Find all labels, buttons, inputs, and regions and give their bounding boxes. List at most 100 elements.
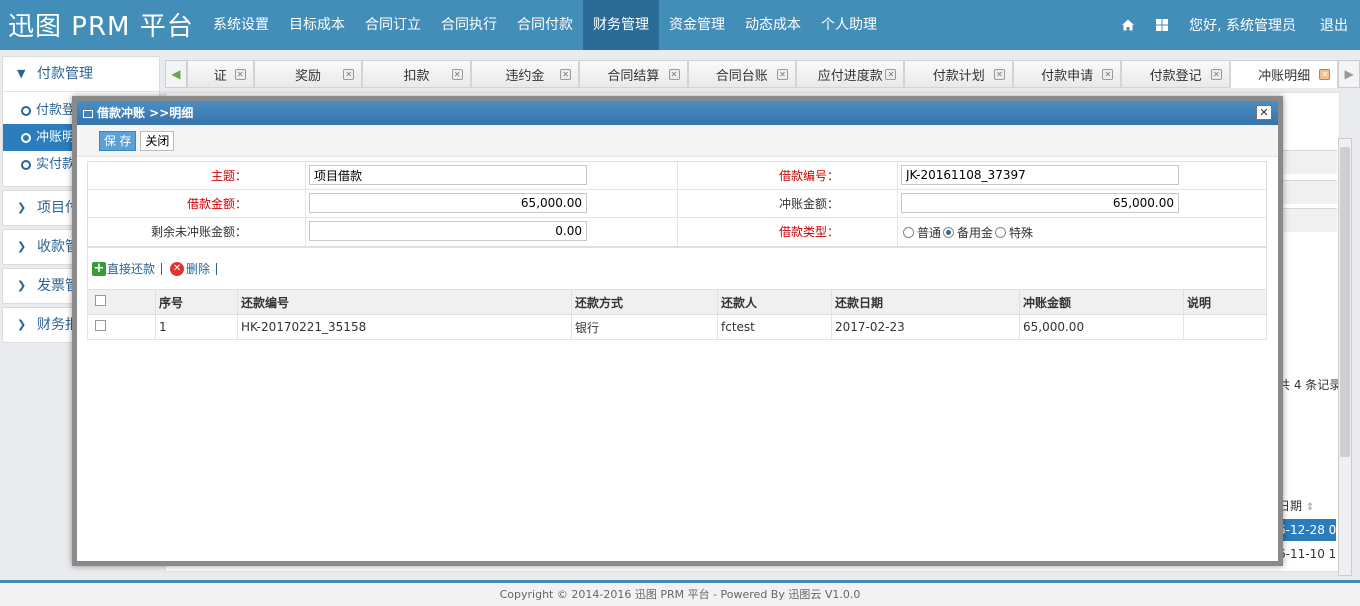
nav-item-finance[interactable]: 财务管理 — [583, 0, 659, 50]
delete-button[interactable]: ✕ 删除 — [170, 260, 210, 277]
date-column-header[interactable]: 日期 ⇕ — [1278, 497, 1314, 514]
remaining-label: 剩余未冲账金额： — [88, 218, 306, 246]
tab-label: 证 — [213, 68, 227, 84]
tab-item[interactable]: 合同结算 ✕ — [579, 60, 688, 88]
background-row — [1277, 180, 1337, 204]
close-icon[interactable]: ✕ — [1210, 69, 1222, 80]
offset-amount-input[interactable] — [901, 193, 1179, 213]
close-icon[interactable]: ✕ — [668, 69, 680, 80]
form-row: 主题： 借款编号： — [88, 162, 1266, 190]
save-button[interactable]: 保 存 — [99, 130, 137, 151]
tab-scroll-left-icon[interactable]: ◀ — [165, 60, 187, 88]
nav-item-target-cost[interactable]: 目标成本 — [279, 0, 355, 50]
vertical-scrollbar[interactable] — [1338, 138, 1352, 576]
nav-item-contract-exec[interactable]: 合同执行 — [431, 0, 507, 50]
loan-type-radio-special[interactable] — [995, 226, 1007, 238]
close-icon[interactable]: ✕ — [993, 69, 1005, 80]
tab-label: 扣款 — [403, 68, 430, 84]
tab-item[interactable]: 奖励 ✕ — [253, 60, 363, 88]
table-cell: 2017-02-23 — [831, 314, 1020, 340]
user-greeting[interactable]: 您好, 系统管理员 — [1189, 15, 1296, 35]
nav-item-system-settings[interactable]: 系统设置 — [203, 0, 279, 50]
background-date-cell[interactable]: 6-12-28 06 — [1278, 519, 1336, 541]
grid-actions: + 直接还款 ✕ 删除 — [87, 247, 1267, 289]
nav-item-funds[interactable]: 资金管理 — [659, 0, 735, 50]
close-icon[interactable]: ✕ — [1102, 69, 1114, 80]
tab-item[interactable]: 付款申请 ✕ — [1012, 60, 1122, 88]
nav-item-personal-assistant[interactable]: 个人助理 — [811, 0, 887, 50]
close-icon[interactable]: ✕ — [343, 69, 355, 80]
subject-input[interactable] — [309, 165, 587, 185]
tab-item[interactable]: 证 ✕ — [186, 60, 254, 88]
table-cell — [1183, 314, 1267, 340]
chevron-right-icon: ❯ — [17, 240, 27, 253]
dialog-title: 借款冲账 >>明细 — [97, 106, 194, 120]
tab-item[interactable]: 付款登记 ✕ — [1121, 60, 1230, 88]
dialog-toolbar: 保 存 关闭 — [77, 125, 1278, 157]
tab-strip: ◀ 证 ✕ 奖励 ✕ 扣款 ✕ 违约金 ✕ 合同结算 ✕ 合同台账 ✕ 应付进度款 ✕ 付款计… — [165, 60, 1360, 88]
tab-item[interactable]: 付款计划 ✕ — [904, 60, 1013, 88]
table-row[interactable]: 1 HK-20170221_35158 银行 fctest 2017-02-23… — [87, 314, 1267, 340]
loan-no-label: 借款编号： — [678, 162, 898, 189]
radio-label: 普通 — [917, 225, 942, 240]
close-icon[interactable]: ✕ — [451, 69, 463, 80]
close-icon[interactable]: ✕ — [1319, 69, 1331, 80]
loan-type-radio-reserve[interactable] — [943, 226, 955, 238]
loan-type-radio-group: 普通 备用金 特殊 — [901, 221, 1266, 243]
circle-icon — [21, 132, 31, 143]
row-select-cell — [87, 314, 156, 340]
tab-item[interactable]: 应付进度款 ✕ — [796, 60, 905, 88]
close-icon[interactable]: ✕ — [885, 69, 897, 80]
scrollbar-thumb[interactable] — [1340, 147, 1350, 457]
tab-item[interactable]: 违约金 ✕ — [470, 60, 580, 88]
direct-repay-button[interactable]: + 直接还款 — [92, 260, 155, 277]
row-checkbox[interactable] — [95, 320, 106, 331]
grid-icon[interactable] — [1155, 18, 1169, 32]
loan-type-radio-normal[interactable] — [903, 226, 914, 238]
brand-logo[interactable]: 迅图 PRM 平台 — [8, 6, 194, 43]
loan-no-input[interactable] — [901, 165, 1179, 185]
loan-amount-label: 借款金额： — [88, 190, 306, 217]
tab-item[interactable]: 合同台账 ✕ — [687, 60, 797, 88]
tab-label: 付款登记 — [1149, 68, 1202, 84]
select-all-checkbox[interactable] — [95, 295, 106, 306]
col-header: 冲账金额 — [1019, 289, 1184, 315]
remaining-input[interactable] — [309, 221, 587, 241]
delete-icon: ✕ — [170, 261, 185, 276]
col-header: 序号 — [155, 289, 238, 315]
select-all-header — [87, 289, 156, 315]
nav-item-dynamic-cost[interactable]: 动态成本 — [735, 0, 811, 50]
circle-icon — [21, 105, 31, 116]
close-icon[interactable]: ✕ — [234, 69, 246, 80]
table-cell: fctest — [717, 314, 832, 340]
top-right-area: 您好, 系统管理员 退出 — [1121, 0, 1360, 50]
close-icon[interactable]: ✕ — [560, 69, 572, 80]
col-header: 说明 — [1183, 289, 1267, 315]
close-icon[interactable]: ✕ — [777, 69, 789, 80]
divider — [161, 262, 163, 275]
tab-label: 应付进度款 — [817, 68, 883, 84]
col-header: 还款人 — [717, 289, 832, 315]
loan-amount-input[interactable] — [309, 193, 587, 213]
direct-repay-label: 直接还款 — [107, 262, 156, 276]
dialog-titlebar[interactable]: 借款冲账 >>明细 ✕ — [77, 101, 1278, 125]
close-icon[interactable]: ✕ — [1256, 105, 1272, 120]
background-row — [1277, 208, 1337, 232]
tab-item[interactable]: 扣款 ✕ — [362, 60, 471, 88]
repayment-table: 序号 还款编号 还款方式 还款人 还款日期 冲账金额 说明 1 HK-20170… — [87, 289, 1267, 340]
form-row: 剩余未冲账金额： 借款类型： 普通 备用金 特殊 — [88, 218, 1266, 246]
radio-label: 备用金 — [957, 225, 994, 240]
sidebar-group-payment-header[interactable]: ▼ 付款管理 — [3, 57, 159, 91]
background-date-cell[interactable]: 6-11-10 10 — [1278, 543, 1336, 565]
logout-link[interactable]: 退出 — [1320, 15, 1348, 35]
nav-item-contract-payment[interactable]: 合同付款 — [507, 0, 583, 50]
close-button[interactable]: 关闭 — [140, 130, 175, 151]
nav-item-contract-sign[interactable]: 合同订立 — [355, 0, 431, 50]
col-header: 还款日期 — [831, 289, 1020, 315]
tab-label: 合同台账 — [715, 68, 768, 84]
tab-item-active[interactable]: 冲账明细 ✕ — [1229, 60, 1339, 88]
home-icon[interactable] — [1121, 18, 1135, 32]
window-icon — [83, 110, 93, 118]
tab-scroll-right-icon[interactable]: ▶ — [1338, 60, 1360, 88]
chevron-down-icon: ▼ — [17, 67, 26, 80]
